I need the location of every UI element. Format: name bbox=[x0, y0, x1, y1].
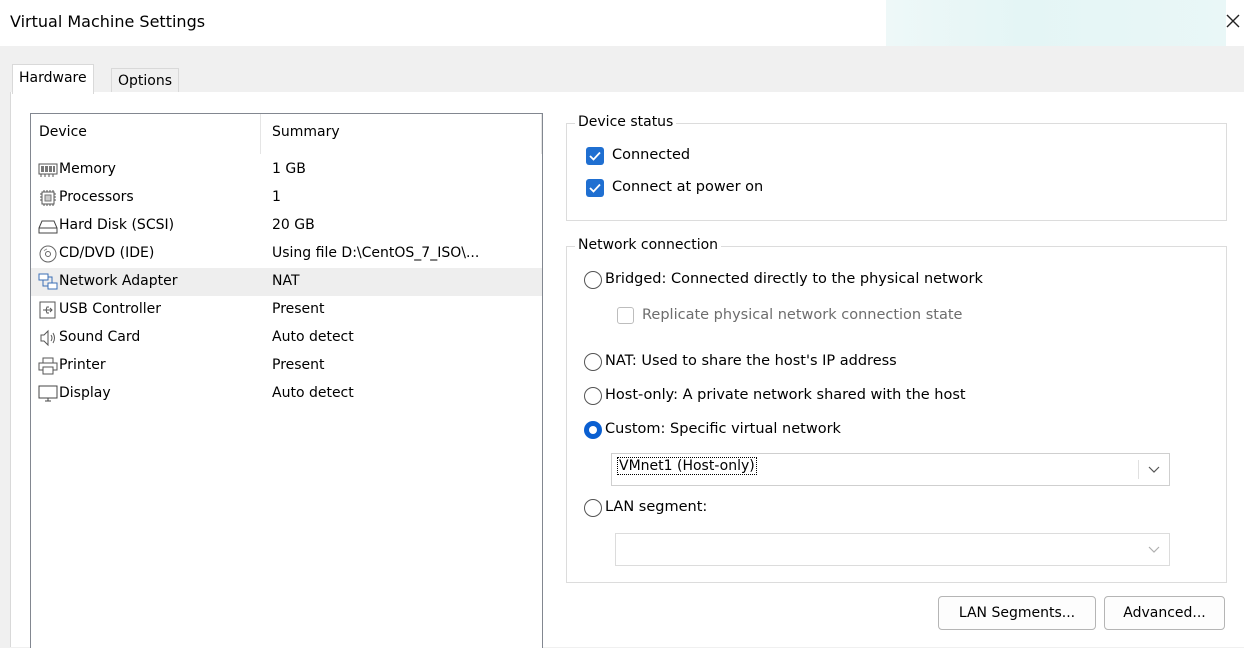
connected-label: Connected bbox=[612, 147, 691, 163]
tab-hardware[interactable]: Hardware bbox=[12, 64, 94, 94]
device-status-group bbox=[566, 123, 1227, 221]
device-name: CD/DVD (IDE) bbox=[59, 245, 155, 261]
network-connection-label: Network connection bbox=[575, 237, 722, 253]
device-row-cd-dvd[interactable]: CD/DVD (IDE) Using file D:\CentOS_7_ISO\… bbox=[31, 240, 542, 268]
radio-unselected-icon bbox=[584, 271, 602, 289]
device-summary: 1 GB bbox=[272, 161, 306, 177]
custom-network-dropdown[interactable]: VMnet1 (Host-only) bbox=[611, 453, 1170, 486]
bridged-radio[interactable]: Bridged: Connected directly to the physi… bbox=[584, 270, 1044, 292]
nat-label: NAT: Used to share the host's IP address bbox=[605, 353, 897, 369]
device-name: USB Controller bbox=[59, 301, 162, 317]
device-name: Memory bbox=[59, 161, 116, 177]
custom-label: Custom: Specific virtual network bbox=[605, 421, 841, 437]
device-row-processors[interactable]: Processors 1 bbox=[31, 184, 542, 212]
device-name: Display bbox=[59, 385, 111, 401]
device-summary: Present bbox=[272, 357, 325, 373]
speaker-icon bbox=[40, 329, 55, 347]
processor-icon bbox=[40, 190, 56, 206]
replicate-state-label: Replicate physical network connection st… bbox=[642, 307, 963, 323]
device-row-hard-disk[interactable]: Hard Disk (SCSI) 20 GB bbox=[31, 212, 542, 240]
device-summary: 20 GB bbox=[272, 217, 315, 233]
device-summary: Auto detect bbox=[272, 385, 354, 401]
host-only-label: Host-only: A private network shared with… bbox=[605, 387, 966, 403]
nat-radio[interactable]: NAT: Used to share the host's IP address bbox=[584, 352, 984, 374]
device-summary: NAT bbox=[272, 273, 300, 289]
display-icon bbox=[38, 385, 58, 402]
device-name: Hard Disk (SCSI) bbox=[59, 217, 175, 233]
usb-icon bbox=[39, 301, 56, 319]
device-name: Network Adapter bbox=[59, 273, 178, 289]
device-name: Sound Card bbox=[59, 329, 141, 345]
title-bar-highlight bbox=[886, 0, 1226, 46]
custom-radio[interactable]: Custom: Specific virtual network bbox=[584, 420, 884, 442]
hard-disk-icon bbox=[38, 220, 58, 234]
column-divider bbox=[541, 114, 542, 154]
checkbox-checked-icon bbox=[586, 179, 604, 197]
checkbox-unchecked-icon bbox=[617, 307, 634, 324]
printer-icon bbox=[38, 357, 58, 375]
device-row-usb-controller[interactable]: USB Controller Present bbox=[31, 296, 542, 324]
device-row-printer[interactable]: Printer Present bbox=[31, 352, 542, 380]
lan-segments-button[interactable]: LAN Segments... bbox=[938, 596, 1096, 630]
column-header-device[interactable]: Device bbox=[39, 124, 87, 140]
checkbox-checked-icon bbox=[586, 147, 604, 165]
lan-segment-label: LAN segment: bbox=[605, 499, 708, 515]
chevron-down-icon bbox=[1148, 546, 1160, 553]
radio-unselected-icon bbox=[584, 387, 602, 405]
window-title: Virtual Machine Settings bbox=[10, 12, 206, 31]
memory-icon bbox=[38, 163, 58, 177]
device-status-label: Device status bbox=[575, 114, 677, 130]
device-row-sound-card[interactable]: Sound Card Auto detect bbox=[31, 324, 542, 352]
lan-segment-radio[interactable]: LAN segment: bbox=[584, 498, 784, 520]
radio-unselected-icon bbox=[584, 353, 602, 371]
device-row-memory[interactable]: Memory 1 GB bbox=[31, 156, 542, 184]
device-summary: Auto detect bbox=[272, 329, 354, 345]
device-summary: Present bbox=[272, 301, 325, 317]
device-name: Printer bbox=[59, 357, 106, 373]
lan-segment-dropdown[interactable] bbox=[615, 533, 1170, 566]
host-only-radio[interactable]: Host-only: A private network shared with… bbox=[584, 386, 1024, 408]
connect-at-power-on-label: Connect at power on bbox=[612, 179, 764, 195]
column-header-summary[interactable]: Summary bbox=[272, 124, 340, 140]
custom-network-value: VMnet1 (Host-only) bbox=[617, 457, 757, 475]
cd-dvd-icon bbox=[39, 245, 57, 263]
device-summary: Using file D:\CentOS_7_ISO\... bbox=[272, 245, 480, 261]
advanced-button[interactable]: Advanced... bbox=[1104, 596, 1225, 630]
device-summary: 1 bbox=[272, 189, 281, 205]
radio-selected-icon bbox=[584, 421, 602, 439]
device-row-display[interactable]: Display Auto detect bbox=[31, 380, 542, 408]
replicate-state-checkbox[interactable]: Replicate physical network connection st… bbox=[617, 306, 997, 328]
column-divider[interactable] bbox=[260, 114, 261, 154]
device-list-header: Device Summary bbox=[31, 114, 542, 154]
device-list[interactable]: Device Summary Memory 1 GB Processors 1 … bbox=[30, 113, 543, 648]
tab-options[interactable]: Options bbox=[111, 68, 180, 93]
network-adapter-icon bbox=[38, 273, 58, 290]
chevron-down-icon bbox=[1148, 466, 1160, 473]
connected-checkbox[interactable]: Connected bbox=[586, 146, 786, 168]
device-name: Processors bbox=[59, 189, 134, 205]
radio-unselected-icon bbox=[584, 499, 602, 517]
close-icon bbox=[1226, 14, 1240, 28]
connect-at-power-on-checkbox[interactable]: Connect at power on bbox=[586, 178, 826, 200]
device-row-network-adapter[interactable]: Network Adapter NAT bbox=[31, 268, 542, 296]
bridged-label: Bridged: Connected directly to the physi… bbox=[605, 271, 983, 287]
close-button[interactable] bbox=[1222, 8, 1244, 36]
